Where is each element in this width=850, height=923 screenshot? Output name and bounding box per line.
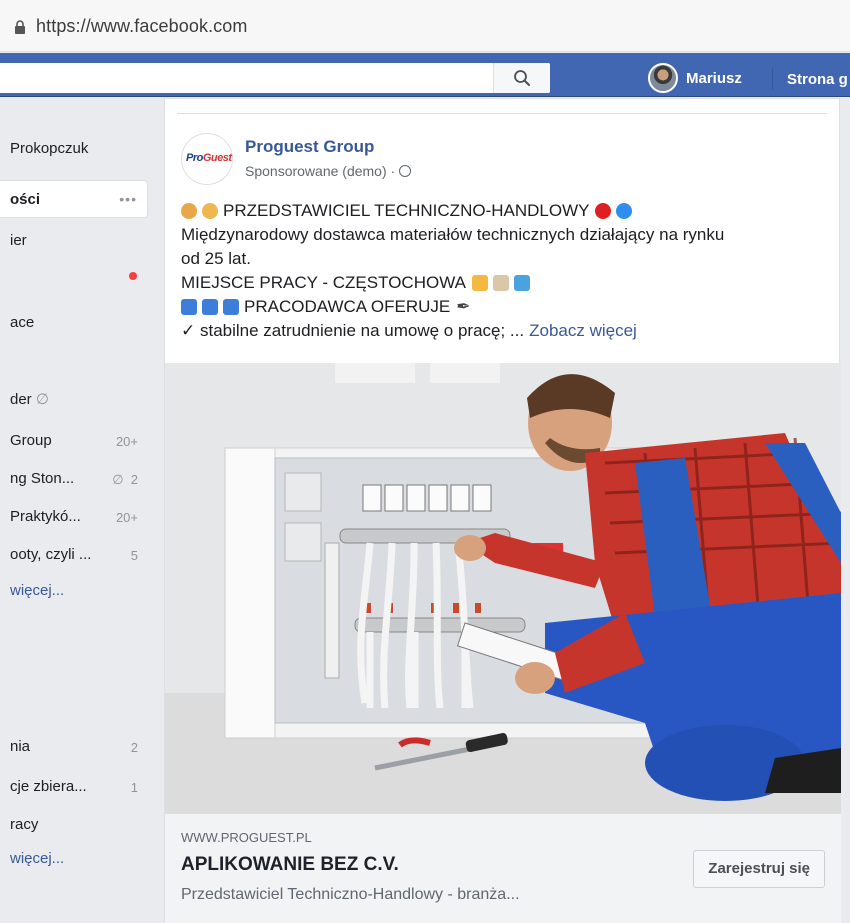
link-headline[interactable]: APLIKOWANIE BEZ C.V. <box>181 854 399 876</box>
pen-icon: ✒ <box>456 297 471 316</box>
arrow-right-icon <box>202 299 218 315</box>
arrow-right-icon <box>223 299 239 315</box>
left-sidebar: Prokopczuk ości ••• ier ace der ∅ Group … <box>0 98 160 923</box>
hidden-icon: ∅ <box>35 391 49 408</box>
sidebar-item-label: ooty, czyli ... <box>10 546 92 563</box>
user-name: Mariusz <box>686 69 742 87</box>
proguest-logo: ProGuest <box>186 152 232 164</box>
arrow-right-icon <box>181 299 197 315</box>
sidebar-item-shortcut-1[interactable]: der ∅ <box>0 380 148 418</box>
post-line-text: PRACODAWCA OFERUJE <box>244 297 451 316</box>
blue-circle-icon <box>616 203 633 219</box>
sidebar-item-messenger[interactable]: ier <box>0 222 148 260</box>
house-emoji-icon <box>471 275 488 291</box>
sponsored-text: Sponsorowane (demo) · <box>245 163 396 179</box>
sidebar-item-label: cje zbiera... <box>10 778 87 795</box>
post-line: ✓ stabilne zatrudnienie na umowę o pracę… <box>181 319 831 343</box>
man-emoji-icon <box>202 203 218 219</box>
facebook-top-bar: Mariusz Strona g <box>0 53 850 97</box>
sidebar-item-explore-1[interactable]: nia 2 <box>0 728 148 766</box>
register-button[interactable]: Zarejestruj się <box>693 850 825 888</box>
sidebar-item-profile[interactable]: Prokopczuk <box>0 130 148 168</box>
sponsored-post: ProGuest Proguest Group Sponsorowane (de… <box>164 98 841 923</box>
post-line-text: MIEJSCE PRACY - CZĘSTOCHOWA <box>181 273 466 292</box>
page-logo[interactable]: ProGuest <box>181 133 233 185</box>
sidebar-item-label: Group <box>10 432 52 449</box>
sidebar-item-count: ∅ 2 <box>112 472 138 487</box>
sidebar-item-explore-2[interactable]: cje zbiera... 1 <box>0 768 148 806</box>
home-link[interactable]: Strona g <box>787 71 848 88</box>
sidebar-item-label: ości <box>10 191 41 208</box>
sidebar-item-label: ier <box>10 232 27 249</box>
sidebar-item-label: racy <box>10 816 39 833</box>
lock-icon <box>15 20 25 34</box>
bank-emoji-icon <box>492 275 509 291</box>
link-preview[interactable]: WWW.PROGUEST.PL APLIKOWANIE BEZ C.V. Prz… <box>165 813 841 923</box>
books-emoji-icon <box>513 275 530 291</box>
link-description: Przedstawiciel Techniczno-Handlowy - bra… <box>181 886 520 903</box>
post-text: PRZEDSTAWICIEL TECHNICZNO-HANDLOWY Międz… <box>181 199 831 343</box>
page-name-link[interactable]: Proguest Group <box>245 137 374 157</box>
search-icon <box>514 70 530 86</box>
woman-emoji-icon <box>181 203 197 219</box>
sidebar-item-label: ng Ston... <box>10 470 75 487</box>
plumber-photo <box>165 363 841 813</box>
sidebar-item-label: der ∅ <box>10 391 49 408</box>
sidebar-item-marketplace[interactable]: ace <box>0 304 148 342</box>
profile-link[interactable]: Mariusz <box>648 63 742 93</box>
globe-icon <box>399 165 412 177</box>
notification-dot <box>129 272 137 280</box>
red-circle-icon <box>595 203 612 219</box>
sidebar-item-label: nia <box>10 738 31 755</box>
sidebar-item-shortcut-2[interactable]: Group 20+ <box>0 422 148 460</box>
divider <box>772 68 773 90</box>
post-line: PRACODAWCA OFERUJE ✒ <box>181 295 831 319</box>
sidebar-item-news-feed[interactable]: ości ••• <box>0 180 148 218</box>
link-domain: WWW.PROGUEST.PL <box>181 830 312 845</box>
sidebar-item-count: 1 <box>130 780 138 795</box>
post-line-text: PRZEDSTAWICIEL TECHNICZNO-HANDLOWY <box>223 201 590 220</box>
search-button[interactable] <box>493 63 550 93</box>
sidebar-item-label: Prokopczuk <box>10 140 89 157</box>
sponsored-label[interactable]: Sponsorowane (demo) · <box>245 163 412 179</box>
search-input[interactable] <box>0 63 550 93</box>
sidebar-item-shortcut-3[interactable]: ng Ston... ∅ 2 <box>0 460 148 498</box>
see-more-label: więcej... <box>10 582 65 599</box>
more-options-icon[interactable]: ••• <box>119 191 137 207</box>
post-line: MIEJSCE PRACY - CZĘSTOCHOWA <box>181 271 831 295</box>
sidebar-item-shortcut-4[interactable]: Praktykó... 20+ <box>0 498 148 536</box>
sidebar-item-shortcut-5[interactable]: ooty, czyli ... 5 <box>0 536 148 574</box>
post-line: Międzynarodowy dostawca materiałów techn… <box>181 225 725 244</box>
see-more-label: więcej... <box>10 850 65 867</box>
sidebar-item-count: 20+ <box>115 434 138 449</box>
avatar <box>648 63 678 93</box>
see-more-link[interactable]: Zobacz więcej <box>529 319 637 343</box>
divider <box>177 113 827 114</box>
url-text[interactable]: https://www.facebook.com <box>36 16 248 37</box>
sidebar-item-explore-3[interactable]: racy <box>0 806 148 844</box>
post-line: PRZEDSTAWICIEL TECHNICZNO-HANDLOWY <box>181 199 831 223</box>
ad-image[interactable] <box>165 363 841 813</box>
post-line: od 25 lat. <box>181 249 251 268</box>
hidden-icon: ∅ <box>112 472 124 487</box>
sidebar-item-count: 2 <box>130 740 138 755</box>
browser-address-bar[interactable]: https://www.facebook.com <box>0 0 850 52</box>
sidebar-item-count: 20+ <box>115 510 138 525</box>
see-more-shortcuts-link[interactable]: więcej... <box>0 572 148 610</box>
see-more-explore-link[interactable]: więcej... <box>0 840 148 878</box>
sidebar-item-label: Praktykó... <box>10 508 81 525</box>
post-line-text: ✓ stabilne zatrudnienie na umowę o pracę… <box>181 321 525 340</box>
sidebar-item-label: ace <box>10 314 35 331</box>
sidebar-item-count: 5 <box>130 548 138 563</box>
